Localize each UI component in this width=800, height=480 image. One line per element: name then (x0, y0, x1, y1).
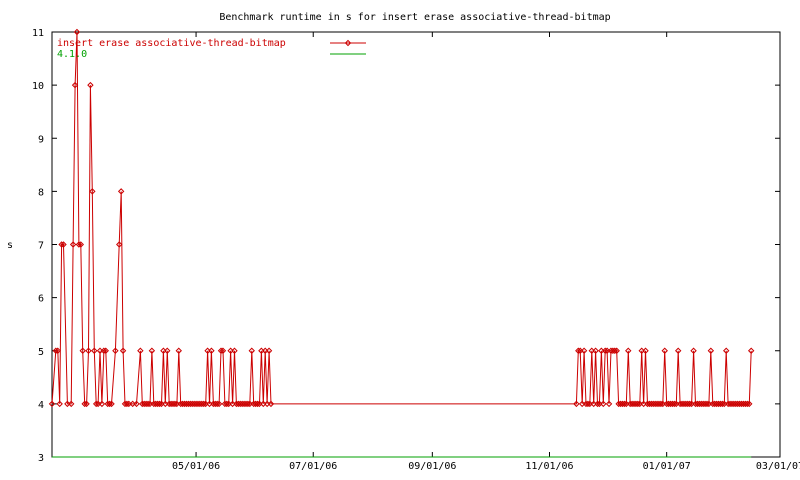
y-tick-label: 4 (38, 400, 44, 411)
y-tick-label: 10 (32, 81, 44, 92)
chart-title: Benchmark runtime in s for insert erase … (219, 12, 610, 23)
x-tick-label: 09/01/06 (408, 461, 456, 472)
legend-label: 4.1.0 (57, 49, 87, 60)
series-1 (48, 28, 755, 408)
y-tick-label: 9 (38, 134, 44, 145)
y-axis-label: s (7, 240, 13, 251)
x-tick-label: 01/01/07 (643, 461, 691, 472)
x-tick-label: 03/01/07 (756, 461, 800, 472)
benchmark-chart: Benchmark runtime in s for insert erase … (7, 12, 800, 472)
legend: insert erase associative-thread-bitmap4.… (57, 38, 366, 60)
x-tick-label: 05/01/06 (172, 461, 220, 472)
y-tick-label: 3 (38, 453, 44, 464)
y-tick-label: 5 (38, 347, 44, 358)
y-axis-ticks: 3 4 5 6 7 8 9 10 11 (32, 28, 780, 464)
series-line (51, 31, 752, 405)
x-tick-label: 11/01/06 (525, 461, 573, 472)
series-layer (48, 28, 755, 458)
legend-label: insert erase associative-thread-bitmap (57, 38, 286, 49)
y-tick-label: 6 (38, 294, 44, 305)
y-tick-label: 8 (38, 187, 44, 198)
y-tick-label: 7 (38, 241, 44, 252)
x-tick-label: 07/01/06 (289, 461, 337, 472)
plot-frame (51, 31, 781, 458)
y-tick-label: 11 (32, 28, 44, 39)
